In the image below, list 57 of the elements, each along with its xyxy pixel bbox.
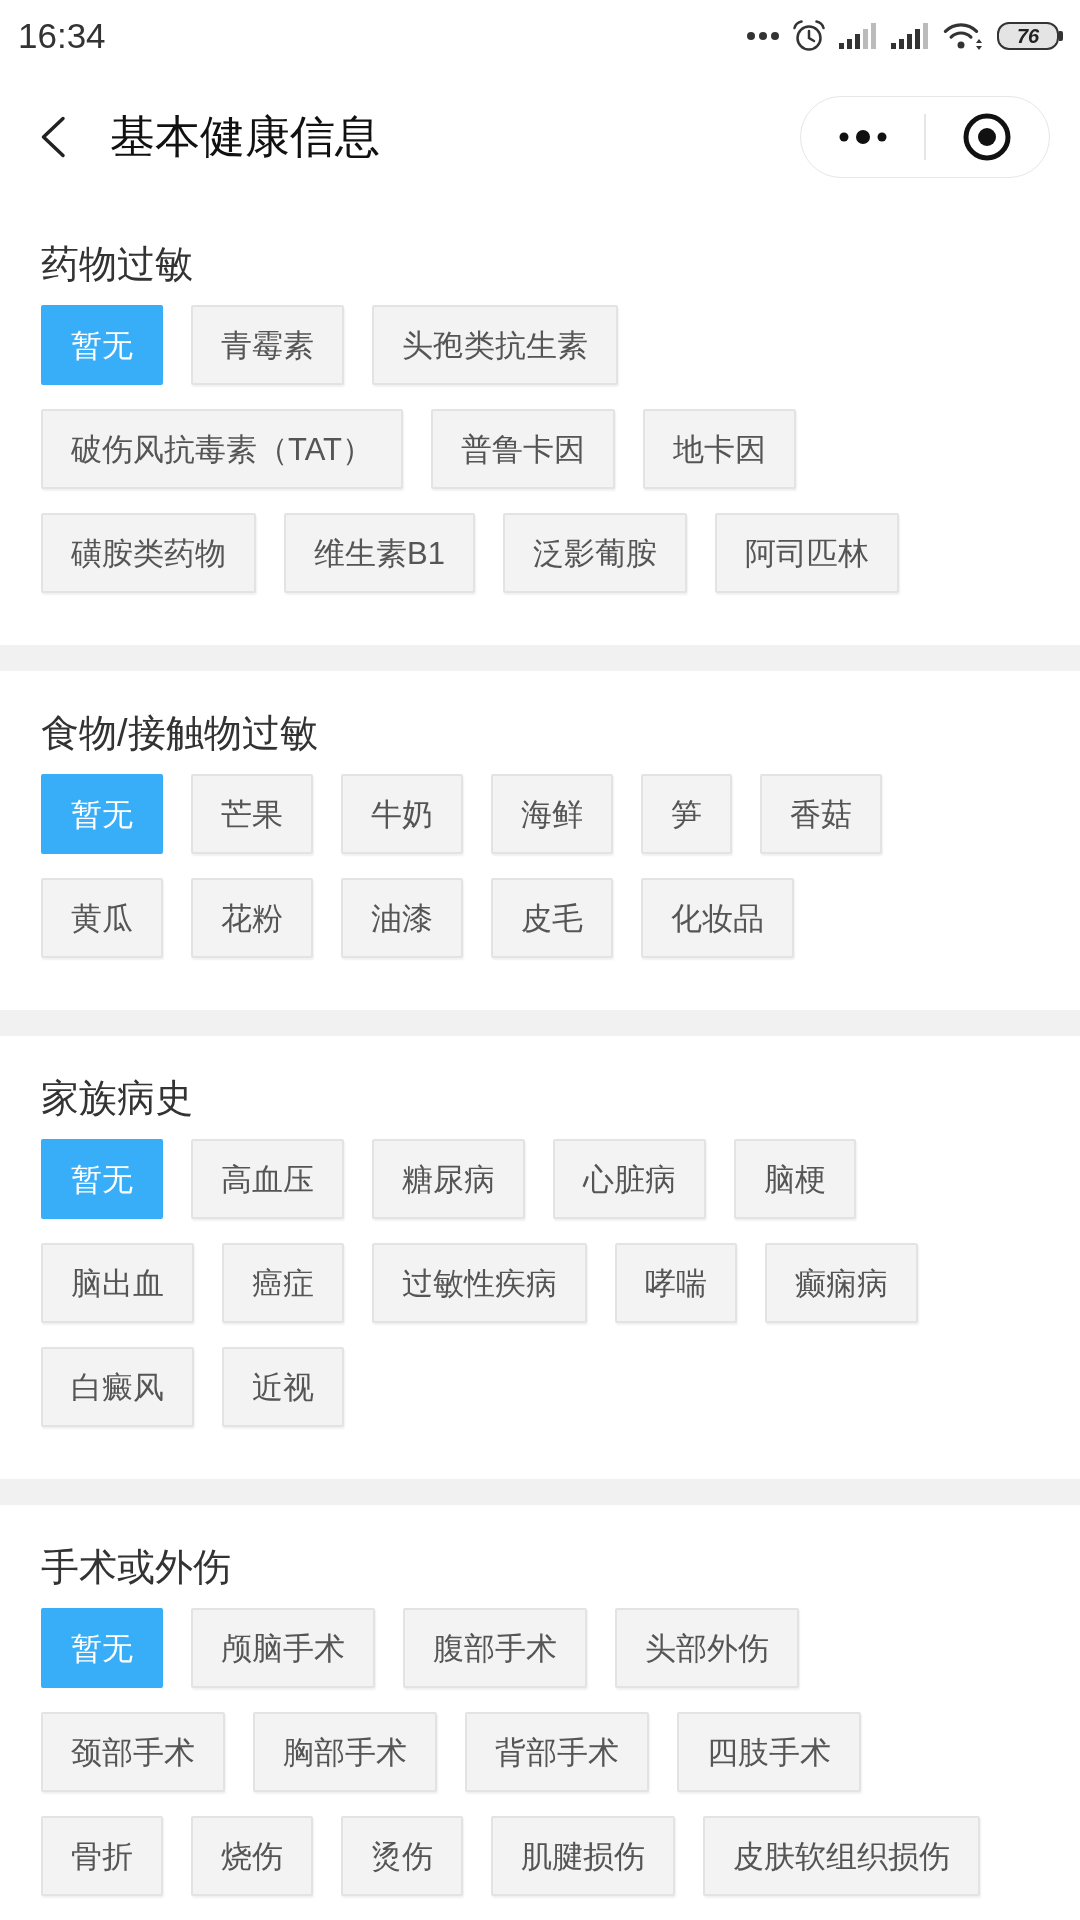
battery-level-text: 76 [1016, 26, 1040, 46]
wifi-icon [943, 22, 983, 50]
option-chip[interactable]: 花粉 [191, 878, 313, 958]
more-icon[interactable] [838, 130, 887, 144]
section-title: 药物过敏 [41, 242, 193, 286]
option-chip[interactable]: 近视 [222, 1347, 344, 1427]
option-chip[interactable]: 脑出血 [41, 1243, 194, 1323]
option-chip[interactable]: 芒果 [191, 774, 313, 854]
signal-icon [891, 23, 929, 49]
option-chip[interactable]: 皮肤软组织损伤 [703, 1816, 980, 1896]
option-chip[interactable]: 笋 [641, 774, 732, 854]
option-chip[interactable]: 胸部手术 [253, 1712, 437, 1792]
option-chip[interactable]: 破伤风抗毒素（TAT） [41, 409, 403, 489]
option-chip[interactable]: 牛奶 [341, 774, 463, 854]
option-chip[interactable]: 骨折 [41, 1816, 163, 1896]
option-chip[interactable]: 癌症 [222, 1243, 344, 1323]
option-chip[interactable]: 普鲁卡因 [430, 409, 615, 489]
page-title: 基本健康信息 [110, 110, 380, 164]
option-chip[interactable]: 高血压 [191, 1139, 344, 1219]
section-title: 食物/接触物过敏 [41, 711, 318, 755]
option-chip[interactable]: 脑梗 [734, 1139, 856, 1219]
option-chip[interactable]: 皮毛 [491, 878, 613, 958]
option-chip[interactable]: 黄瓜 [41, 878, 163, 958]
target-icon[interactable] [963, 113, 1012, 161]
option-chip[interactable]: 哮喘 [615, 1243, 737, 1323]
option-chip[interactable]: 海鲜 [491, 774, 613, 854]
section-title: 手术或外伤 [41, 1545, 231, 1589]
alarm-clock-icon [793, 20, 825, 52]
signal-icon [839, 23, 877, 49]
option-chip[interactable]: 四肢手术 [677, 1712, 861, 1792]
option-chip[interactable]: 背部手术 [465, 1712, 649, 1792]
option-chip[interactable]: 过敏性疾病 [372, 1243, 587, 1323]
option-chip[interactable]: 地卡因 [642, 409, 796, 489]
option-chip[interactable]: 颈部手术 [41, 1712, 225, 1792]
option-chip[interactable]: 腹部手术 [403, 1608, 587, 1688]
status-time: 16:34 [18, 16, 106, 56]
option-chip[interactable]: 颅脑手术 [191, 1608, 375, 1688]
option-chip[interactable]: 心脏病 [553, 1139, 706, 1219]
option-chip[interactable]: 维生素B1 [284, 513, 475, 593]
option-chip[interactable]: 肌腱损伤 [491, 1816, 675, 1896]
option-chip[interactable]: 油漆 [341, 878, 463, 958]
back-icon[interactable] [40, 116, 66, 158]
option-chip[interactable]: 糖尿病 [372, 1139, 525, 1219]
option-chip[interactable]: 青霉素 [191, 305, 344, 385]
option-chip[interactable]: 香菇 [760, 774, 882, 854]
option-chip[interactable]: 白癜风 [41, 1347, 194, 1427]
option-chip[interactable]: 阿司匹林 [714, 513, 899, 593]
option-chip[interactable]: 化妆品 [641, 878, 794, 958]
option-chip[interactable]: 烫伤 [341, 1816, 463, 1896]
option-chip[interactable]: 癫痫病 [765, 1243, 918, 1323]
option-chip[interactable]: 头孢类抗生素 [372, 305, 618, 385]
option-chip[interactable]: 头部外伤 [615, 1608, 799, 1688]
option-chip[interactable]: 泛影葡胺 [502, 513, 687, 593]
dots-icon [747, 32, 779, 40]
section-title: 家族病史 [41, 1076, 193, 1120]
option-chip[interactable]: 磺胺类药物 [41, 513, 256, 593]
option-chip[interactable]: 烧伤 [191, 1816, 313, 1896]
